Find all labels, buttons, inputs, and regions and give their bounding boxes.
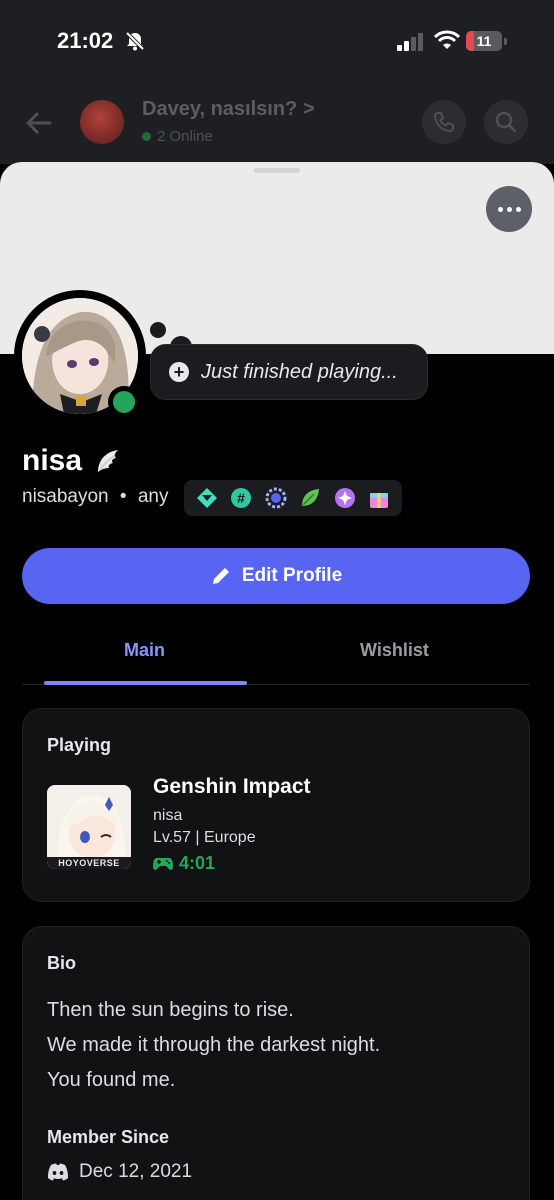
more-dots-icon bbox=[497, 206, 503, 212]
channel-avatar[interactable] bbox=[80, 100, 124, 144]
elapsed-time: 4:01 bbox=[153, 853, 215, 874]
battery-indicator: 11 bbox=[466, 31, 502, 51]
game-state: Lv.57 | Europe bbox=[153, 829, 256, 846]
laurel-icon[interactable] bbox=[264, 486, 288, 510]
channel-header: Davey, nasılsın? > 2 Online bbox=[0, 84, 554, 164]
game-icon[interactable]: HOYOVERSE bbox=[47, 785, 131, 869]
online-status bbox=[108, 386, 140, 418]
bio-card: Bio Then the sun begins to rise. We made… bbox=[22, 926, 530, 1200]
custom-status-text: Just finished playing... bbox=[201, 361, 398, 383]
hashtag-quest-icon[interactable]: # bbox=[229, 486, 253, 510]
more-options-button[interactable] bbox=[486, 186, 532, 232]
add-status-icon: + bbox=[169, 362, 189, 382]
svg-text:#: # bbox=[237, 490, 245, 506]
online-count: 2 Online bbox=[142, 128, 213, 145]
edit-profile-label: Edit Profile bbox=[241, 565, 343, 586]
nitro-icon[interactable] bbox=[333, 486, 357, 510]
discord-logo-icon bbox=[48, 1163, 68, 1181]
signal-icon bbox=[397, 33, 423, 51]
battery-level: 11 bbox=[476, 33, 492, 49]
pronouns: any bbox=[137, 486, 169, 507]
sheet-drag-handle[interactable] bbox=[254, 168, 300, 173]
username: nisabayon bbox=[22, 486, 109, 507]
gamepad-icon bbox=[153, 857, 173, 870]
bell-muted-icon bbox=[125, 31, 145, 51]
leaf-icon[interactable] bbox=[298, 486, 322, 510]
channel-title[interactable]: Davey, nasılsın? > bbox=[142, 98, 315, 121]
edit-profile-button[interactable]: Edit Profile bbox=[22, 548, 530, 604]
bio-line: You found me. bbox=[47, 1069, 176, 1091]
bio-text: Then the sun begins to rise. We made it … bbox=[47, 993, 380, 1098]
profile-sheet: + Just finished playing... nisa nisabayo… bbox=[0, 162, 554, 1200]
wing-decoration-icon bbox=[98, 450, 118, 472]
playing-card: Playing HOYOVERSE Genshin Impact nisa Lv… bbox=[22, 708, 530, 902]
call-button[interactable] bbox=[422, 100, 466, 144]
badge-row: # bbox=[184, 480, 402, 516]
thought-bubble-small bbox=[150, 322, 166, 338]
bio-line: We made it through the darkest night. bbox=[47, 1034, 381, 1056]
game-details: nisa bbox=[153, 807, 183, 824]
online-status-dot bbox=[113, 391, 135, 413]
hoyoverse-wordmark: HOYOVERSE bbox=[58, 858, 120, 868]
tab-main[interactable]: Main bbox=[124, 640, 165, 661]
pencil-icon bbox=[212, 568, 229, 584]
search-button[interactable] bbox=[484, 100, 528, 144]
game-title: Genshin Impact bbox=[153, 775, 311, 798]
username-line: nisabayon • any bbox=[22, 486, 169, 507]
back-arrow-icon[interactable] bbox=[24, 108, 54, 138]
bio-label: Bio bbox=[47, 953, 76, 973]
display-name: nisa bbox=[22, 444, 83, 477]
tab-wishlist[interactable]: Wishlist bbox=[360, 640, 429, 661]
custom-status-bubble[interactable]: + Just finished playing... bbox=[150, 344, 428, 400]
search-icon bbox=[495, 111, 517, 133]
phone-icon bbox=[433, 112, 454, 133]
clock: 21:02 bbox=[57, 28, 114, 53]
active-tab-indicator bbox=[44, 681, 247, 685]
hypesquad-balance-icon[interactable] bbox=[195, 486, 219, 510]
member-since-label: Member Since bbox=[47, 1127, 170, 1147]
gift-icon[interactable] bbox=[367, 486, 391, 510]
status-bar: 21:02 11 bbox=[0, 0, 554, 84]
bio-line: Then the sun begins to rise. bbox=[47, 999, 294, 1021]
playing-label: Playing bbox=[47, 735, 112, 755]
member-since-date: Dec 12, 2021 bbox=[79, 1161, 193, 1182]
wifi-icon bbox=[434, 30, 460, 49]
member-since: Dec 12, 2021 bbox=[47, 1161, 192, 1183]
